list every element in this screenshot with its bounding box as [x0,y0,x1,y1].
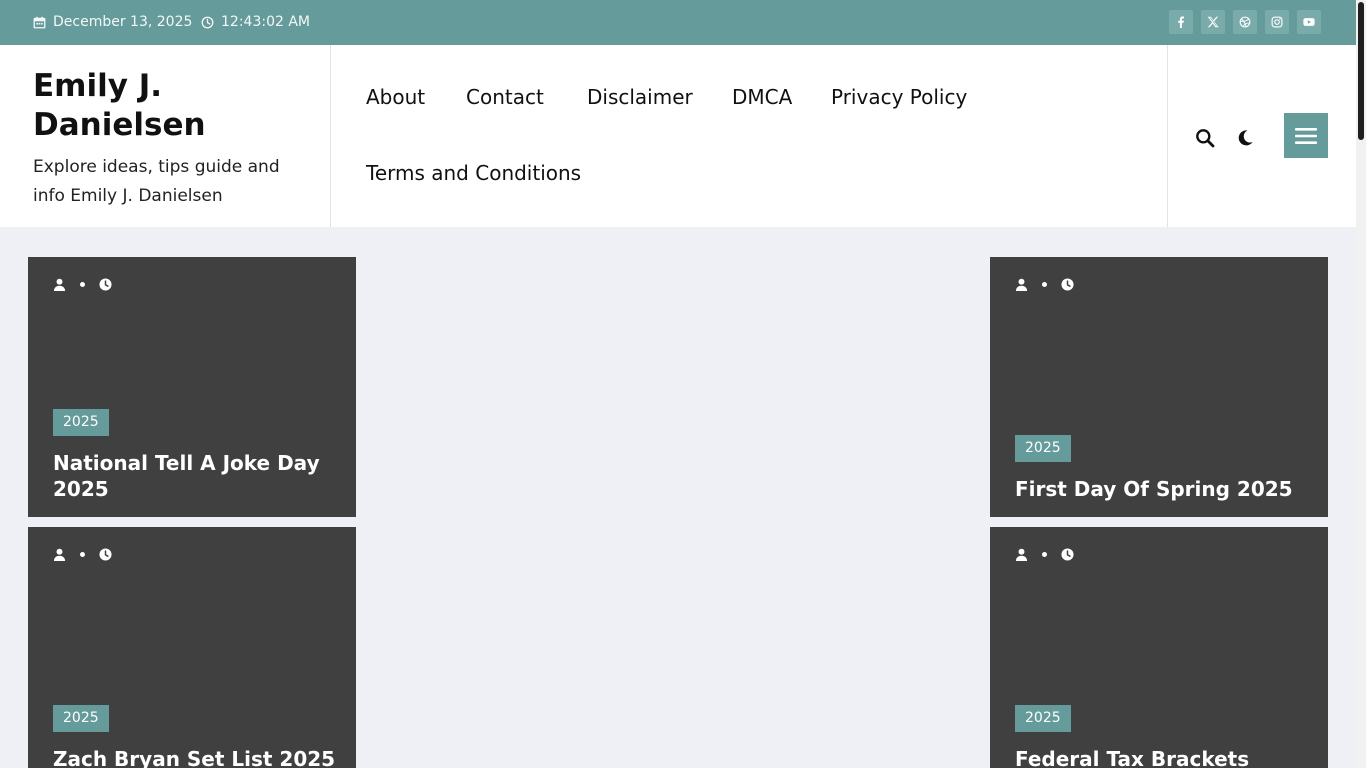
branding: Emily J. Danielsen Explore ideas, tips g… [0,45,331,227]
youtube-icon [1303,18,1315,26]
dribbble-link[interactable] [1233,10,1257,34]
post-card[interactable]: 2025 First Day Of Spring 2025 [990,257,1328,517]
site-header: Emily J. Danielsen Explore ideas, tips g… [0,45,1356,227]
post-meta [1015,278,1074,291]
date-text: December 13, 2025 [53,14,193,30]
post-title[interactable]: Zach Bryan Set List 2025 [53,746,343,768]
separator-dot [1042,552,1047,557]
separator-dot [80,552,85,557]
category-badge[interactable]: 2025 [1015,705,1071,732]
search-button[interactable] [1194,127,1216,149]
page-scrollbar[interactable] [1356,0,1366,768]
clock-icon [1061,278,1074,291]
hamburger-menu-button[interactable] [1284,113,1328,158]
post-meta [53,548,112,561]
post-title[interactable]: National Tell A Joke Day 2025 [53,450,343,502]
nav-item-dmca[interactable]: DMCA [732,85,792,109]
moon-icon [1238,130,1253,146]
post-meta [53,278,112,291]
time-text: 12:43:02 AM [221,14,310,30]
clock-icon [201,16,214,28]
category-badge[interactable]: 2025 [53,409,109,436]
category-badge[interactable]: 2025 [1015,435,1071,462]
facebook-icon [1178,16,1184,28]
social-links [1169,10,1321,34]
nav-item-disclaimer[interactable]: Disclaimer [587,85,693,109]
site-title[interactable]: Emily J. Danielsen [33,67,323,145]
separator-dot [1042,282,1047,287]
site-tagline: Explore ideas, tips guide and info Emily… [33,157,280,206]
separator-dot [80,282,85,287]
post-card[interactable]: 2025 Zach Bryan Set List 2025 [28,527,356,768]
clock-icon [1061,548,1074,561]
post-meta [1015,548,1074,561]
header-tools [1168,45,1356,227]
facebook-link[interactable] [1169,10,1193,34]
post-title[interactable]: First Day Of Spring 2025 [1015,476,1305,502]
post-card[interactable]: 2025 Federal Tax Brackets 2025 [990,527,1328,768]
clock-icon [99,548,112,561]
nav-item-about[interactable]: About [366,85,425,109]
user-icon [53,278,66,291]
user-icon [1015,548,1028,561]
time-display: 12:43:02 AM [201,14,310,30]
category-badge[interactable]: 2025 [53,705,109,732]
top-bar: December 13, 2025 12:43:02 AM [0,0,1356,45]
nav-item-contact[interactable]: Contact [466,85,544,109]
post-title[interactable]: Federal Tax Brackets 2025 [1015,746,1305,768]
hamburger-icon [1295,127,1317,144]
search-icon [1196,129,1215,148]
instagram-icon [1271,16,1283,28]
scrollbar-thumb[interactable] [1358,2,1364,140]
x-twitter-icon [1207,16,1219,28]
user-icon [1015,278,1028,291]
date-display: December 13, 2025 [33,14,192,30]
user-icon [53,548,66,561]
calendar-icon [33,16,46,28]
nav-item-terms-and-conditions[interactable]: Terms and Conditions [366,161,581,185]
post-card[interactable]: 2025 National Tell A Joke Day 2025 [28,257,356,517]
instagram-link[interactable] [1265,10,1289,34]
clock-icon [99,278,112,291]
dark-mode-toggle[interactable] [1234,127,1256,149]
dribbble-icon [1239,16,1251,28]
primary-nav: About Contact Disclaimer DMCA Privacy Po… [331,45,1168,227]
nav-item-privacy-policy[interactable]: Privacy Policy [831,85,967,109]
youtube-link[interactable] [1297,10,1321,34]
x-twitter-link[interactable] [1201,10,1225,34]
